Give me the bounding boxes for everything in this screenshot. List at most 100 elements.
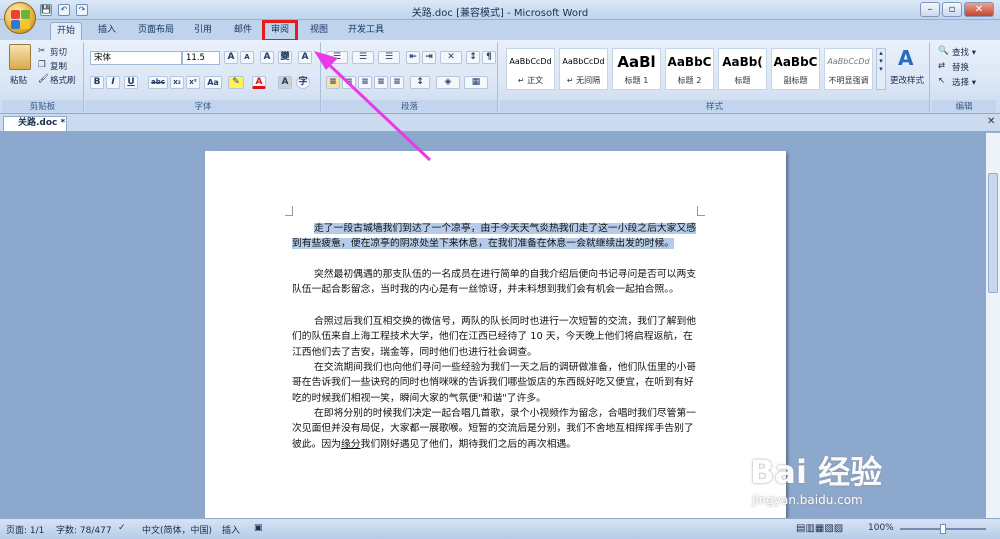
format-painter-button[interactable]: 格式刷 [50, 74, 76, 86]
find-icon[interactable]: 🔍 [938, 46, 949, 56]
tab-developer[interactable]: 开发工具 [342, 22, 390, 40]
clear-format-icon[interactable]: A [260, 51, 274, 64]
copy-icon[interactable]: ❐ [38, 60, 46, 70]
justify-icon[interactable]: ≡ [374, 76, 388, 89]
phonetic-guide-icon[interactable]: 變 [278, 51, 292, 64]
align-center-icon[interactable]: ≡ [342, 76, 356, 89]
font-group: 宋体 11.5 A A A 變 A B I U abc x₂ x² Aa ✎ A… [86, 42, 321, 112]
align-right-icon[interactable]: ≡ [358, 76, 372, 89]
insert-mode[interactable]: 插入 [222, 523, 240, 536]
style-name: 标题 1 [624, 76, 649, 85]
paste-icon[interactable] [9, 44, 31, 70]
character-shading-icon[interactable]: A [278, 76, 292, 89]
selected-text[interactable]: 走了一段古城墙我们到达了一个凉亭，由于今天天气炎热我们走了这一小段之后大家又感到… [292, 223, 697, 250]
enclose-characters-icon[interactable]: 字 [296, 76, 310, 89]
style-title[interactable]: AaBb(标题 [718, 48, 767, 90]
tab-view[interactable]: 视图 [304, 22, 334, 40]
proofing-icon[interactable]: ✓ [118, 523, 126, 533]
borders-icon[interactable]: ▦ [464, 76, 488, 89]
zoom-level[interactable]: 100% [868, 523, 894, 533]
bullets-icon[interactable]: ☰ [326, 51, 348, 64]
subscript-button[interactable]: x₂ [170, 76, 184, 89]
tab-mailings[interactable]: 邮件 [228, 22, 258, 40]
style-normal[interactable]: AaBbCcDd ↵ 正文 [506, 48, 555, 90]
styles-more-button[interactable]: ▴ ▾ ▾ [876, 48, 886, 90]
bold-button[interactable]: B [90, 76, 104, 89]
tab-review[interactable]: 审阅 [262, 20, 299, 42]
character-border-icon[interactable]: A [298, 51, 312, 64]
style-heading-1[interactable]: AaBl 标题 1 [612, 48, 661, 90]
shading-icon[interactable]: ◈ [436, 76, 460, 89]
office-button[interactable] [4, 2, 36, 34]
cut-button[interactable]: 剪切 [50, 46, 67, 58]
increase-indent-icon[interactable]: ⇥ [422, 51, 436, 64]
style-heading-2[interactable]: AaBbC 标题 2 [665, 48, 714, 90]
change-styles-icon[interactable]: A [898, 46, 913, 70]
paragraph-2[interactable]: 突然最初偶遇的那支队伍的一名成员在进行简单的自我介绍后便向书记寻问是否可以两支队… [292, 267, 700, 298]
font-color-icon[interactable]: A [252, 76, 266, 89]
view-buttons[interactable]: ▤▥▦▧▨ [796, 523, 843, 534]
font-size-combo[interactable]: 11.5 [182, 51, 220, 65]
replace-icon[interactable]: ⇄ [938, 61, 945, 71]
close-button[interactable]: ✕ [964, 2, 994, 17]
style-subtitle[interactable]: AaBbC 副标题 [771, 48, 820, 90]
minimize-button[interactable]: – [920, 2, 940, 17]
chinese-layout-icon[interactable]: ✕ [440, 51, 462, 64]
strikethrough-button[interactable]: abc [148, 76, 168, 89]
italic-button[interactable]: I [106, 76, 120, 89]
macro-record-icon[interactable]: ▣ [254, 523, 263, 533]
highlight-icon[interactable]: ✎ [228, 76, 244, 89]
cut-icon[interactable]: ✂ [38, 46, 45, 56]
distributed-icon[interactable]: ≡ [390, 76, 404, 89]
tab-references[interactable]: 引用 [188, 22, 218, 40]
replace-button[interactable]: 替换 [952, 61, 969, 73]
language-indicator[interactable]: 中文(简体，中国) [142, 523, 212, 536]
tab-insert[interactable]: 插入 [92, 22, 122, 40]
tab-home[interactable]: 开始 [50, 22, 83, 40]
grow-font-icon[interactable]: A [224, 51, 238, 64]
maximize-button[interactable]: ▫ [942, 2, 962, 17]
change-case-button[interactable]: Aa [204, 76, 222, 89]
undo-icon[interactable]: ↶ [58, 4, 70, 16]
quick-access-toolbar: 💾 ↶ ↷ [40, 3, 88, 17]
multilevel-list-icon[interactable]: ☰ [378, 51, 400, 64]
word-count[interactable]: 字数: 78/477 [56, 523, 112, 536]
document-tab[interactable]: 关路.doc * [3, 116, 67, 131]
paragraph-1[interactable]: 走了一段古城墙我们到达了一个凉亭，由于今天天气炎热我们走了这一小段之后大家又感到… [292, 221, 700, 252]
tab-page-layout[interactable]: 页面布局 [132, 22, 180, 40]
decrease-indent-icon[interactable]: ⇤ [406, 51, 420, 64]
save-icon[interactable]: 💾 [40, 4, 52, 16]
superscript-button[interactable]: x² [186, 76, 200, 89]
style-no-spacing[interactable]: AaBbCcDd ↵ 无间隔 [559, 48, 608, 90]
font-name-combo[interactable]: 宋体 [90, 51, 182, 65]
show-marks-icon[interactable]: ¶ [482, 51, 496, 64]
redo-icon[interactable]: ↷ [76, 4, 88, 16]
select-icon[interactable]: ↖ [938, 76, 945, 86]
find-button[interactable]: 查找 ▾ [952, 46, 976, 58]
scroll-thumb[interactable] [988, 173, 998, 293]
hyperlink-text[interactable]: 缘分 [341, 439, 361, 450]
office-logo-green [21, 10, 30, 19]
paragraph-group: ☰ ☰ ☰ ⇤ ⇥ ✕ ↕ ¶ ≡ ≡ ≡ ≡ ≡ ↕ ◈ ▦ 段落 [322, 42, 498, 112]
paragraph-5[interactable]: 在即将分别的时候我们决定一起合唱几首歌，录个小视频作为留念，合唱时我们尽管第一次… [292, 406, 700, 452]
font-group-label: 字体 [86, 100, 320, 112]
shrink-font-icon[interactable]: A [240, 51, 254, 64]
paragraph-4[interactable]: 在交流期间我们也向他们寻问一些经验为我们一天之后的调研做准备，他们队伍里的小哥哥… [292, 360, 700, 406]
paragraph-3[interactable]: 合照过后我们互相交换的微信号，两队的队长同时也进行一次短暂的交流，我们了解到他们… [292, 314, 700, 360]
select-button[interactable]: 选择 ▾ [952, 76, 976, 88]
underline-button[interactable]: U [124, 76, 138, 89]
format-painter-icon[interactable]: 🖌 [38, 74, 49, 84]
numbering-icon[interactable]: ☰ [352, 51, 374, 64]
change-styles-button[interactable]: 更改样式 [890, 74, 924, 86]
page-indicator[interactable]: 页面: 1/1 [6, 523, 44, 536]
line-spacing-icon[interactable]: ↕ [410, 76, 430, 89]
sort-icon[interactable]: ↕ [466, 51, 480, 64]
style-subtle-emphasis[interactable]: AaBbCcDd 不明显强调 [824, 48, 873, 90]
close-doc-icon[interactable]: ✕ [987, 116, 995, 127]
vertical-scrollbar[interactable] [986, 133, 1000, 518]
paste-button[interactable]: 粘贴 [10, 74, 27, 86]
align-left-icon[interactable]: ≡ [326, 76, 340, 89]
document-page[interactable]: 走了一段古城墙我们到达了一个凉亭，由于今天天气炎热我们走了这一小段之后大家又感到… [205, 151, 786, 521]
copy-button[interactable]: 复制 [50, 60, 67, 72]
zoom-slider-thumb[interactable] [940, 524, 946, 534]
